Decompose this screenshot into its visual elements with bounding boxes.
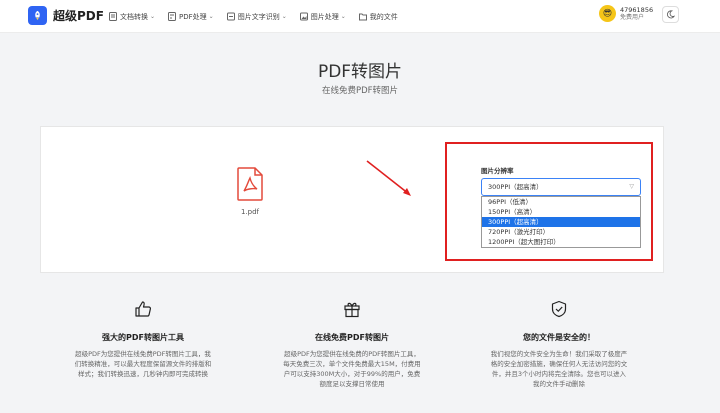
avatar: 😎	[599, 5, 616, 22]
nav-item-image-tools[interactable]: 图片处理 ⌄	[299, 12, 346, 22]
top-nav: 超级PDF 文档转换 ⌄ PDF处理 ⌄ 图片文字识别 ⌄ 图片处理 ⌄ 我的文件 😎 …	[0, 0, 720, 33]
resolution-option[interactable]: 96PPI（低清）	[482, 197, 640, 207]
gift-icon	[344, 302, 360, 318]
nav-item-ocr[interactable]: 图片文字识别 ⌄	[226, 12, 287, 22]
file-name: 1.pdf	[240, 208, 260, 216]
feature-card: 强大的PDF转图片工具 超级PDF为您提供在线免费PDF转图片工具，我 们转换精准…	[58, 300, 228, 379]
nav-item-label: 图片文字识别	[237, 12, 280, 21]
chevron-down-icon: ▽	[629, 183, 634, 190]
page-title: PDF转图片	[317, 62, 403, 82]
feature-description: 超级PDF为您提供在线免费的PDF转图片工具， 每天免费三次，单个文件免费最大15…	[283, 350, 421, 388]
main-menu: 文档转换 ⌄ PDF处理 ⌄ 图片文字识别 ⌄ 图片处理 ⌄ 我的文件	[109, 0, 411, 33]
resolution-selected-value: 300PPI（超高清）	[488, 183, 543, 191]
feature-card: 您的文件是安全的！ 我们视您的文件安全为生命！我们采取了极度严 格的安全加密措施，…	[474, 300, 644, 389]
app-name: 超级PDF	[53, 9, 104, 23]
folder-icon	[358, 13, 367, 21]
shield-check-icon	[551, 300, 567, 318]
feature-description: 我们视您的文件安全为生命！我们采取了极度严 格的安全加密措施，确保任何人无法访问您…	[490, 350, 628, 388]
nav-item-label: 我的文件	[369, 12, 398, 21]
nav-item-document-convert[interactable]: 文档转换 ⌄	[109, 12, 155, 22]
resolution-option-selected[interactable]: 300PPI（超高清）	[482, 217, 640, 227]
nav-item-label: 图片处理	[310, 12, 339, 21]
uploaded-file[interactable]: 1.pdf	[230, 167, 270, 216]
feature-title: 在线免费PDF转图片	[315, 333, 389, 342]
user-level: 免费用户	[620, 13, 645, 21]
user-menu[interactable]: 😎 47961856 免费用户	[599, 5, 653, 22]
resolution-option[interactable]: 720PPI（激光打印）	[482, 227, 640, 237]
chevron-down-icon: ⌄	[340, 13, 346, 20]
pdf-file-icon	[237, 167, 263, 201]
nav-item-label: PDF处理	[179, 12, 207, 21]
page-subtitle: 在线免费PDF转图片	[321, 86, 399, 96]
thumbs-up-icon	[135, 301, 152, 317]
resolution-select[interactable]: 300PPI（超高清） ▽	[481, 178, 641, 196]
nav-item-pdf-tools[interactable]: PDF处理 ⌄	[168, 12, 214, 22]
nav-item-label: 文档转换	[120, 12, 148, 21]
feature-title: 强大的PDF转图片工具	[102, 333, 184, 342]
resolution-label: 图片分辨率	[481, 167, 514, 175]
document-convert-icon	[109, 12, 117, 21]
feature-section: 强大的PDF转图片工具 超级PDF为您提供在线免费PDF转图片工具，我 们转换精准…	[40, 300, 664, 413]
chevron-down-icon: ⌄	[150, 13, 156, 20]
feature-description: 超级PDF为您提供在线免费PDF转图片工具，我 们转换精准，可以最大程度保留源文件…	[74, 350, 212, 378]
nav-item-my-files[interactable]: 我的文件	[358, 12, 398, 22]
feature-title: 您的文件是安全的！	[523, 333, 595, 342]
feature-card: 在线免费PDF转图片 超级PDF为您提供在线免费的PDF转图片工具， 每天免费三次…	[267, 300, 437, 389]
moon-icon	[667, 10, 675, 19]
image-icon	[299, 12, 308, 21]
resolution-dropdown[interactable]: 96PPI（低清） 150PPI（高清） 300PPI（超高清） 720PPI（…	[481, 196, 641, 248]
logo[interactable]: 超级PDF	[28, 6, 104, 25]
resolution-option[interactable]: 150PPI（高清）	[482, 207, 640, 217]
pdf-icon	[168, 12, 177, 21]
chevron-down-icon: ⌄	[208, 13, 214, 20]
annotation-arrow	[366, 160, 411, 196]
rocket-icon	[28, 6, 47, 25]
chevron-down-icon: ⌄	[281, 13, 287, 20]
theme-toggle-button[interactable]	[662, 6, 679, 23]
ocr-icon	[226, 12, 235, 21]
user-id: 47961856	[620, 5, 654, 14]
resolution-option[interactable]: 1200PPI（超大图打印）	[482, 237, 640, 247]
